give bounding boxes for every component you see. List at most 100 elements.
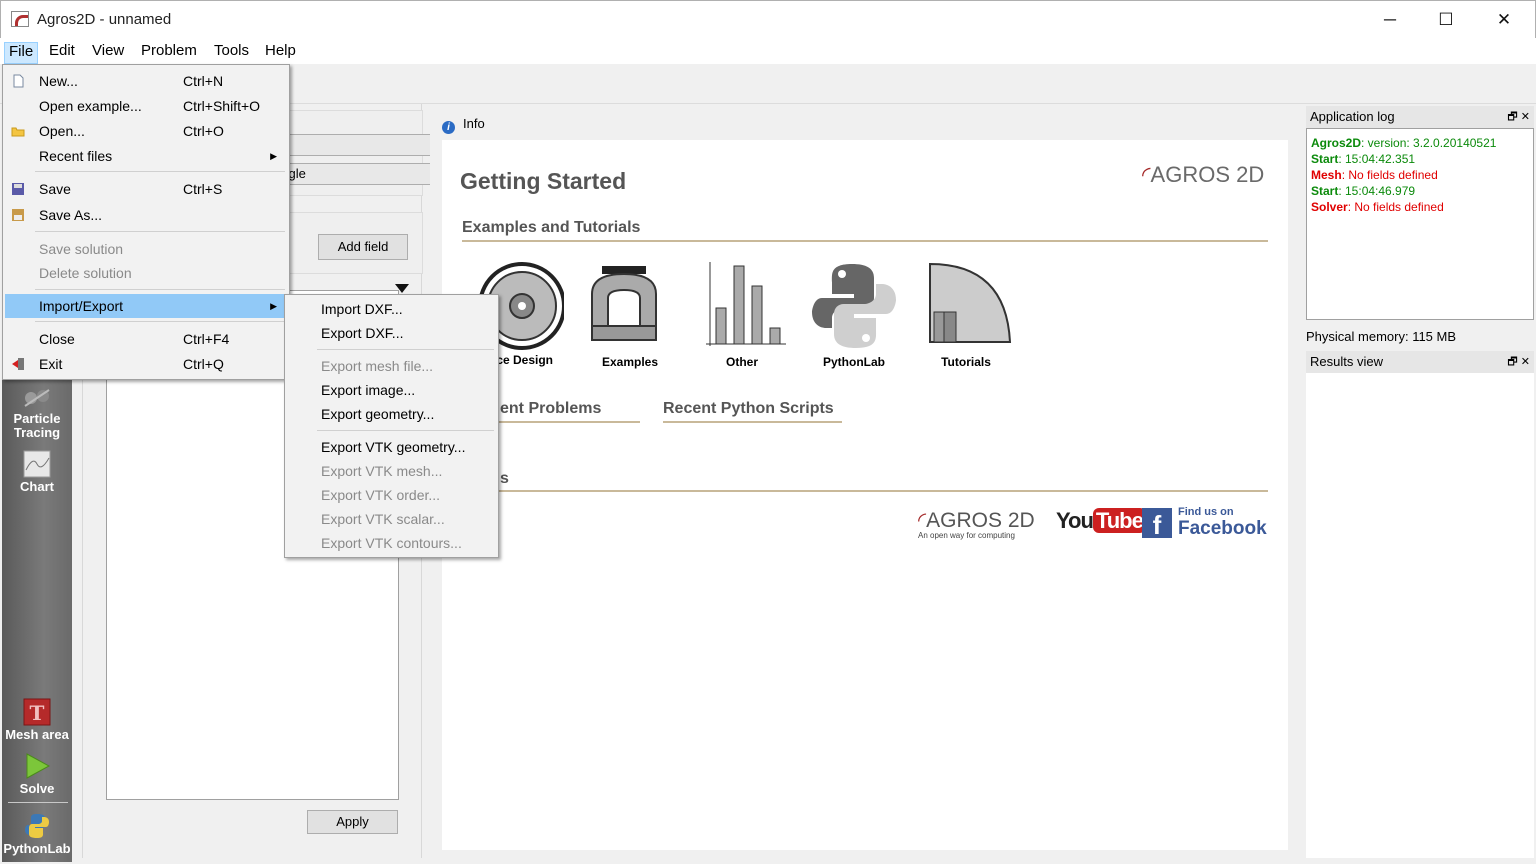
- menu-item-close[interactable]: Close Ctrl+F4: [5, 327, 287, 351]
- results-view-label: Results view: [1310, 354, 1383, 369]
- menu-separator: [317, 430, 494, 431]
- log-line: Agros2D: version: 3.2.0.20140521: [1311, 136, 1497, 150]
- menu-problem[interactable]: Problem: [137, 42, 201, 64]
- particle-tracing-icon: [24, 389, 50, 407]
- folder-icon: [11, 127, 25, 137]
- info-dock: i Info Getting Started ◜AGROS 2D Examples…: [430, 104, 1298, 858]
- pythonlab-button[interactable]: PythonLab: [2, 812, 72, 856]
- add-field-button[interactable]: Add field: [318, 234, 408, 260]
- menu-tools[interactable]: Tools: [210, 42, 253, 64]
- menu-view[interactable]: View: [88, 42, 128, 64]
- python-logo-icon: [812, 264, 896, 348]
- mesh-area-button[interactable]: T Mesh area: [2, 698, 72, 742]
- menu-file[interactable]: File: [4, 42, 39, 64]
- particle-tracing-button[interactable]: Particle Tracing: [2, 386, 72, 440]
- mesh-area-label: Mesh area: [5, 727, 69, 742]
- getting-started-heading: Getting Started: [460, 168, 627, 194]
- menu-item-export-image[interactable]: Export image...: [287, 378, 496, 402]
- minimize-button[interactable]: ─: [1361, 1, 1419, 39]
- menu-separator: [35, 321, 285, 322]
- particle-tracing-label: Particle Tracing: [13, 411, 61, 440]
- chart-icon: [23, 450, 51, 478]
- tutorials-quarter-icon: [929, 262, 1012, 343]
- menu-separator: [35, 289, 285, 290]
- agros-footer-logo[interactable]: ◜AGROS 2D An open way for computing: [918, 508, 1048, 540]
- sidebar-divider: [8, 802, 68, 803]
- examples-rule: [462, 240, 1268, 242]
- tile-tutorials-label: Tutorials: [941, 355, 991, 369]
- menu-bar: File Edit View Problem Tools Help: [0, 38, 1536, 64]
- save-icon: [12, 183, 24, 195]
- menu-item-exit[interactable]: Exit Ctrl+Q: [5, 352, 287, 376]
- log-line: Start: 15:04:46.979: [1311, 184, 1416, 198]
- menu-item-export-dxf[interactable]: Export DXF...: [287, 321, 496, 345]
- chart-button[interactable]: Chart: [2, 450, 72, 494]
- examples-heading: Examples and Tutorials: [462, 219, 641, 236]
- tile-other[interactable]: Other: [692, 260, 792, 369]
- chart-label: Chart: [20, 479, 54, 494]
- menu-item-export-vtk-scalar: Export VTK scalar...: [321, 511, 445, 527]
- menu-item-export-geometry[interactable]: Export geometry...: [287, 402, 496, 426]
- close-button[interactable]: ✕: [1475, 1, 1533, 39]
- apply-button[interactable]: Apply: [307, 810, 398, 834]
- save-as-icon: [12, 209, 24, 221]
- links-heading: s: [500, 470, 509, 487]
- dock-float-close-icons[interactable]: 🗗 ✕: [1507, 106, 1530, 128]
- youtube-link[interactable]: You Tube: [1056, 508, 1146, 534]
- footer-logo-text: AGROS 2D: [926, 509, 1035, 532]
- results-view: [1306, 373, 1534, 858]
- title-bar: Agros2D - unnamed ─ ☐ ✕: [0, 0, 1536, 38]
- recent-scripts-rule: [663, 421, 842, 423]
- python-icon: [25, 814, 49, 838]
- info-content: Getting Started ◜AGROS 2D Examples and T…: [442, 140, 1288, 850]
- menu-item-new[interactable]: New... Ctrl+N: [5, 69, 287, 93]
- solve-button[interactable]: Solve: [2, 752, 72, 796]
- maximize-button[interactable]: ☐: [1417, 1, 1475, 39]
- tile-other-label: Other: [725, 355, 758, 369]
- facebook-icon: f: [1142, 508, 1172, 540]
- import-export-submenu: Import DXF... Export DXF... Export mesh …: [284, 294, 499, 558]
- menu-separator: [35, 231, 285, 232]
- menu-item-export-vtk-contours: Export VTK contours...: [321, 535, 462, 551]
- menu-separator: [35, 171, 285, 172]
- solve-label: Solve: [19, 781, 55, 796]
- menu-item-open-example[interactable]: Open example... Ctrl+Shift+O: [5, 94, 287, 118]
- menu-edit[interactable]: Edit: [45, 42, 79, 64]
- application-log-title: Application log 🗗 ✕: [1306, 106, 1534, 128]
- menu-item-export-vtk-geometry[interactable]: Export VTK geometry...: [287, 435, 496, 459]
- log-line: Mesh: No fields defined: [1311, 168, 1438, 182]
- dock-float-close-icons[interactable]: 🗗 ✕: [1507, 351, 1530, 373]
- tile-tutorials[interactable]: Tutorials: [916, 260, 1016, 369]
- menu-item-save-solution: Save solution: [39, 241, 124, 257]
- svg-text:T: T: [30, 701, 45, 725]
- results-view-title: Results view 🗗 ✕: [1306, 351, 1534, 373]
- solve-play-icon: [26, 753, 51, 779]
- tile-examples[interactable]: Examples: [580, 260, 680, 369]
- menu-item-import-export[interactable]: Import/Export ▶: [5, 294, 287, 318]
- new-file-icon: [13, 74, 24, 88]
- menu-item-import-dxf[interactable]: Import DXF...: [287, 297, 496, 321]
- exit-icon: [12, 358, 24, 370]
- application-log-label: Application log: [1310, 109, 1395, 124]
- submenu-arrow-icon: ▶: [270, 301, 277, 311]
- physical-memory: Physical memory: 115 MB: [1306, 329, 1457, 344]
- menu-item-recent-files[interactable]: Recent files ▶: [5, 144, 287, 168]
- agros-logo: ◜AGROS 2D: [1142, 162, 1264, 188]
- magnet-icon: [591, 266, 657, 341]
- menu-item-export-vtk-order: Export VTK order...: [321, 487, 441, 503]
- tile-examples-label: Examples: [601, 355, 659, 369]
- info-dock-title: i Info: [442, 116, 485, 134]
- tile-pythonlab[interactable]: PythonLab: [804, 260, 904, 369]
- file-menu: New... Ctrl+N Open example... Ctrl+Shift+O…: [2, 64, 290, 380]
- menu-help[interactable]: Help: [261, 42, 300, 64]
- menu-item-save-as[interactable]: Save As...: [5, 203, 287, 227]
- log-line: Solver: No fields defined: [1311, 200, 1444, 214]
- menu-separator: [317, 349, 494, 350]
- menu-item-save[interactable]: Save Ctrl+S: [5, 177, 287, 201]
- links-rule: [462, 490, 1268, 492]
- mesh-area-icon: T: [23, 698, 51, 726]
- menu-item-open[interactable]: Open... Ctrl+O: [5, 119, 287, 143]
- youtube-tube: Tube: [1092, 508, 1146, 533]
- window-title: Agros2D - unnamed: [37, 11, 172, 28]
- facebook-link[interactable]: f Find us on Facebook: [1142, 506, 1272, 540]
